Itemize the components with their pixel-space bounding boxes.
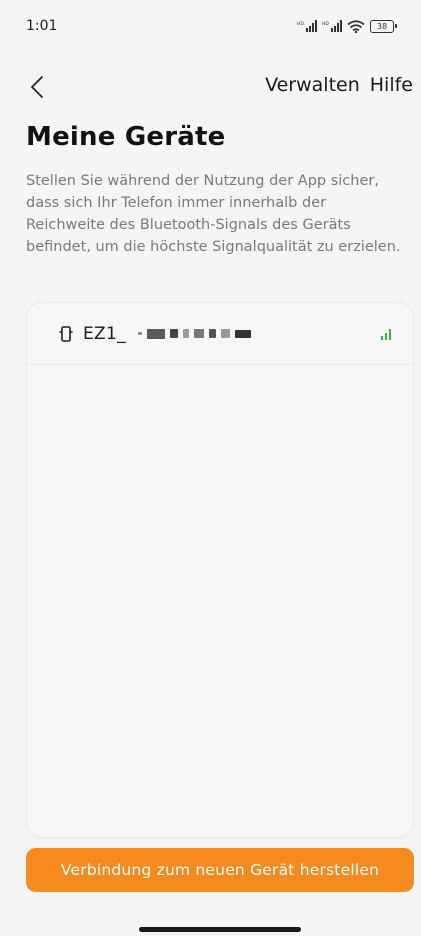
page-description: Stellen Sie während der Nutzung der App … (26, 173, 401, 255)
status-time: 1:01 (26, 18, 58, 34)
status-icons: HD HD 38 (297, 19, 397, 33)
redacted-serial (137, 328, 251, 339)
device-list: EZ1_ (26, 302, 414, 838)
device-name: EZ1_ (83, 323, 126, 344)
manage-link[interactable]: Verwalten (265, 74, 360, 96)
nav-actions: Verwalten Hilfe (265, 74, 413, 96)
device-list-item[interactable]: EZ1_ (27, 303, 413, 365)
cellular-signal-icon: HD (322, 20, 342, 32)
home-indicator (139, 927, 301, 932)
battery-icon: 38 (370, 19, 397, 33)
device-icon (59, 325, 75, 343)
wifi-icon (347, 19, 365, 33)
svg-text:HD: HD (297, 21, 304, 27)
status-bar: 1:01 HD HD 38 (0, 0, 421, 52)
back-button[interactable] (22, 72, 52, 102)
battery-level: 38 (370, 19, 394, 33)
page-title: Meine Geräte (26, 122, 226, 152)
help-link[interactable]: Hilfe (370, 74, 413, 96)
svg-text:HD: HD (322, 21, 329, 27)
nav-bar: Verwalten Hilfe (0, 64, 421, 110)
chevron-left-icon (31, 76, 43, 98)
cellular-signal-icon: HD (297, 20, 317, 32)
connect-new-device-button[interactable]: Verbindung zum neuen Gerät herstellen (26, 848, 414, 892)
signal-strength-icon (381, 328, 391, 340)
